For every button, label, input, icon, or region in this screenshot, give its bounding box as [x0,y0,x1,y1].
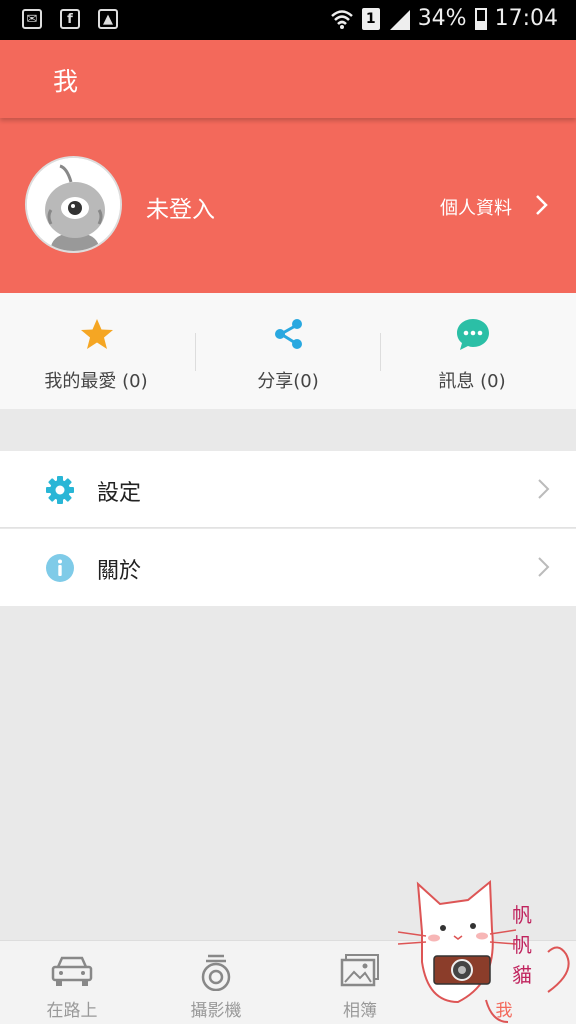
gallery-notification-icon: ▲ [98,9,118,29]
messages-button[interactable]: 訊息 (0) [376,293,568,409]
messages-label: 訊息 (0) [438,371,506,392]
wifi-icon [330,9,353,29]
battery-percent: 34% [417,6,467,31]
car-icon [51,956,93,986]
share-icon [275,319,302,349]
profile-header[interactable]: 未登入 個人資料 [0,118,576,293]
page-title: 我 [53,67,79,96]
avatar-alien-icon [27,158,120,251]
info-icon [46,554,74,582]
stats-row: 我的最愛 (0) 分享(0) 訊息 (0) [0,293,576,409]
chevron-right-icon [538,479,550,499]
facebook-notification-icon: f [60,9,80,29]
svg-text:貓: 貓 [512,963,532,987]
clock: 17:04 [494,6,558,31]
share-button[interactable]: 分享(0) [192,293,384,409]
nav-label: 在路上 [46,1001,98,1021]
settings-label: 設定 [97,481,142,506]
nav-tab-on-the-road[interactable]: 在路上 [0,941,144,1024]
login-status: 未登入 [146,197,215,223]
sim-indicator: 1 [361,7,380,30]
menu-item-settings[interactable]: 設定 [0,451,576,528]
svg-text:帆: 帆 [512,903,532,927]
nav-tab-camera[interactable]: 攝影機 [144,941,288,1024]
chevron-right-icon[interactable] [535,194,549,216]
signal-icon [389,9,410,30]
menu-item-about[interactable]: 關於 [0,529,576,606]
nav-label: 攝影機 [190,1001,242,1021]
cat-sticker-watermark: 帆 帆 貓 [398,879,570,1023]
camera-icon [201,954,231,991]
chevron-right-icon [538,557,550,577]
favorites-label: 我的最愛 (0) [44,371,148,392]
email-notification-icon: ✉ [22,9,42,29]
about-label: 關於 [97,559,142,584]
album-icon [340,954,379,987]
star-icon [81,319,113,349]
gear-icon [46,476,74,504]
app-bar: 我 [0,40,576,118]
status-bar: ✉ f ▲ 1 34% 17:04 [0,0,576,40]
battery-icon [474,7,487,30]
svg-text:帆: 帆 [512,933,532,957]
avatar[interactable] [25,156,122,253]
message-icon [457,319,489,350]
profile-link[interactable]: 個人資料 [440,194,512,220]
share-label: 分享(0) [257,371,319,392]
favorites-button[interactable]: 我的最愛 (0) [0,293,192,409]
